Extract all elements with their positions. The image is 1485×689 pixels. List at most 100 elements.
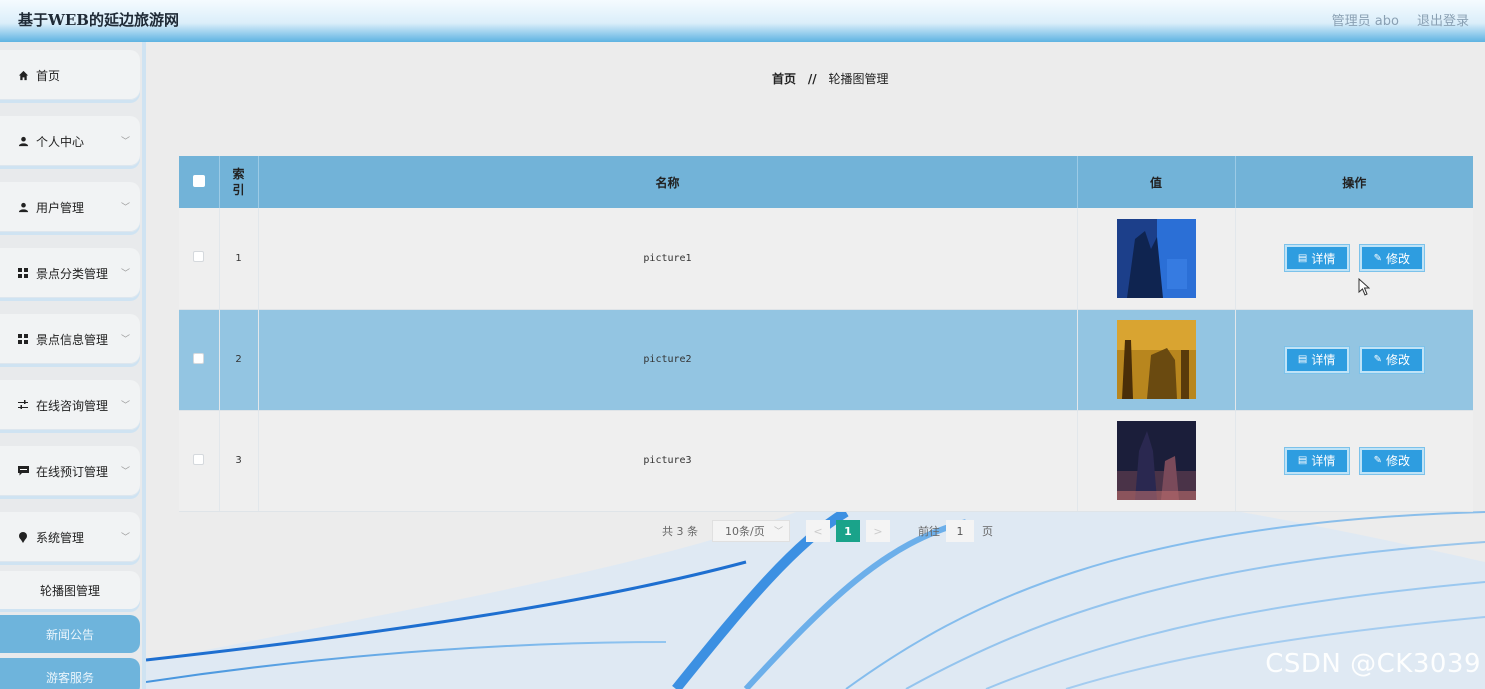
mouse-cursor-icon	[1358, 278, 1370, 296]
pagination: 共 3 条 10条/页 ﹀ < 1 > 前往 1 页	[662, 520, 993, 542]
chevron-down-icon: ﹀	[120, 533, 130, 543]
document-icon: ▤	[1297, 354, 1308, 365]
main-content: 首页 // 轮播图管理 索引 名称 值 操作 1 picture1 ▤ 详情 ✎…	[146, 42, 1485, 689]
pin-icon	[16, 530, 30, 544]
page-size-select[interactable]: 10条/页 ﹀	[712, 520, 790, 542]
pagination-total: 共 3 条	[662, 525, 698, 538]
carousel-table: 索引 名称 值 操作 1 picture1 ▤ 详情 ✎ 修改 2 pictur…	[179, 156, 1473, 512]
edit-button[interactable]: ✎ 修改	[1359, 245, 1424, 272]
goto-page-input[interactable]: 1	[946, 520, 974, 542]
table-row: 3 picture3 ▤ 详情 ✎ 修改	[179, 410, 1473, 512]
chevron-down-icon: ﹀	[120, 335, 130, 345]
pencil-icon: ✎	[1373, 354, 1383, 365]
row-name: picture2	[258, 309, 1078, 411]
table-header-row: 索引 名称 值 操作	[179, 156, 1473, 208]
carousel-thumbnail[interactable]	[1116, 421, 1196, 500]
column-header-actions: 操作	[1235, 156, 1473, 208]
prev-page-button[interactable]: <	[806, 520, 830, 542]
row-actions: ▤ 详情 ✎ 修改	[1235, 208, 1473, 310]
sidebar-item-profile[interactable]: 个人中心 ﹀	[0, 116, 140, 166]
select-all-checkbox[interactable]	[192, 174, 205, 187]
carousel-thumbnail[interactable]	[1116, 320, 1196, 399]
carousel-thumbnail[interactable]	[1116, 218, 1196, 298]
sidebar-item-consult[interactable]: 在线咨询管理 ﹀	[0, 380, 140, 430]
edit-button[interactable]: ✎ 修改	[1359, 346, 1424, 373]
detail-button[interactable]: ▤ 详情	[1284, 245, 1349, 272]
row-select-cell	[179, 208, 220, 310]
detail-button[interactable]: ▤ 详情	[1284, 346, 1349, 373]
sidebar: 首页 个人中心 ﹀ 用户管理 ﹀ 景点分类管理 ﹀ 景点信息管理 ﹀ 在线咨询管…	[0, 42, 146, 689]
row-select-cell	[179, 410, 220, 512]
chevron-down-icon: ﹀	[120, 269, 130, 279]
select-all-cell	[179, 156, 220, 208]
breadcrumb-current: 轮播图管理	[828, 72, 889, 86]
row-actions: ▤ 详情 ✎ 修改	[1235, 309, 1473, 411]
sidebar-item-users[interactable]: 用户管理 ﹀	[0, 182, 140, 232]
chevron-down-icon: ﹀	[773, 527, 783, 537]
column-header-value: 值	[1077, 156, 1236, 208]
sliders-icon	[16, 398, 30, 412]
sidebar-item-spot-categories[interactable]: 景点分类管理 ﹀	[0, 248, 140, 298]
watermark: CSDN @CK3039	[1265, 649, 1481, 679]
sidebar-item-label: 景点信息管理	[36, 332, 109, 347]
top-bar: 基于WEB的延边旅游网 管理员 abo 退出登录	[0, 0, 1485, 42]
sidebar-item-label: 系统管理	[36, 530, 85, 545]
row-select-cell	[179, 309, 220, 411]
row-checkbox[interactable]	[193, 352, 205, 364]
chevron-down-icon: ﹀	[120, 203, 130, 213]
goto-label: 前往	[918, 525, 940, 538]
submenu-item-news[interactable]: 新闻公告	[0, 615, 140, 653]
top-right-area: 管理员 abo 退出登录	[1332, 10, 1469, 29]
chevron-down-icon: ﹀	[120, 467, 130, 477]
row-index: 3	[219, 410, 259, 512]
sidebar-item-system[interactable]: 系统管理 ﹀	[0, 512, 140, 562]
detail-button[interactable]: ▤ 详情	[1284, 447, 1349, 474]
table-row: 2 picture2 ▤ 详情 ✎ 修改	[179, 309, 1473, 411]
pencil-icon: ✎	[1373, 455, 1383, 466]
document-icon: ▤	[1297, 455, 1308, 466]
user-icon	[16, 134, 30, 148]
chevron-down-icon: ﹀	[120, 137, 130, 147]
edit-button[interactable]: ✎ 修改	[1359, 447, 1424, 474]
sidebar-item-label: 用户管理	[36, 200, 85, 215]
row-value-cell	[1077, 309, 1236, 411]
document-icon: ▤	[1297, 252, 1308, 264]
row-name: picture3	[258, 410, 1078, 512]
sidebar-item-home[interactable]: 首页	[0, 50, 140, 100]
grid-icon	[16, 266, 30, 280]
sidebar-item-booking[interactable]: 在线预订管理 ﹀	[0, 446, 140, 496]
user-icon	[16, 200, 30, 214]
column-header-index: 索引	[219, 156, 259, 208]
sidebar-item-label: 在线咨询管理	[36, 398, 109, 413]
sidebar-item-label: 首页	[36, 68, 61, 83]
current-page-button[interactable]: 1	[836, 520, 860, 542]
submenu-item-visitor-service[interactable]: 游客服务	[0, 658, 140, 689]
row-value-cell	[1077, 410, 1236, 512]
submenu-item-carousel[interactable]: 轮播图管理	[0, 571, 140, 609]
row-value-cell	[1077, 208, 1236, 310]
page-suffix-label: 页	[982, 525, 993, 538]
current-user-label: 管理员 abo	[1331, 14, 1399, 29]
sidebar-item-label: 景点分类管理	[36, 266, 109, 281]
row-actions: ▤ 详情 ✎ 修改	[1235, 410, 1473, 512]
row-index: 1	[219, 208, 259, 310]
breadcrumb: 首页 // 轮播图管理	[772, 70, 888, 87]
row-index: 2	[219, 309, 259, 411]
grid-icon	[16, 332, 30, 346]
chevron-down-icon: ﹀	[120, 401, 130, 411]
sidebar-item-spot-info[interactable]: 景点信息管理 ﹀	[0, 314, 140, 364]
sidebar-item-label: 在线预订管理	[36, 464, 109, 479]
breadcrumb-separator: //	[807, 72, 817, 86]
next-page-button[interactable]: >	[866, 520, 890, 542]
page-size-value: 10条/页	[725, 525, 765, 538]
row-checkbox[interactable]	[193, 251, 205, 263]
table-row: 1 picture1 ▤ 详情 ✎ 修改	[179, 208, 1473, 310]
app-title: 基于WEB的延边旅游网	[18, 11, 179, 29]
chat-icon	[16, 464, 30, 478]
sidebar-item-label: 个人中心	[36, 134, 85, 149]
home-icon	[16, 68, 30, 82]
row-name: picture1	[258, 208, 1078, 310]
breadcrumb-home[interactable]: 首页	[772, 72, 796, 86]
logout-link[interactable]: 退出登录	[1417, 10, 1469, 29]
row-checkbox[interactable]	[193, 453, 205, 465]
